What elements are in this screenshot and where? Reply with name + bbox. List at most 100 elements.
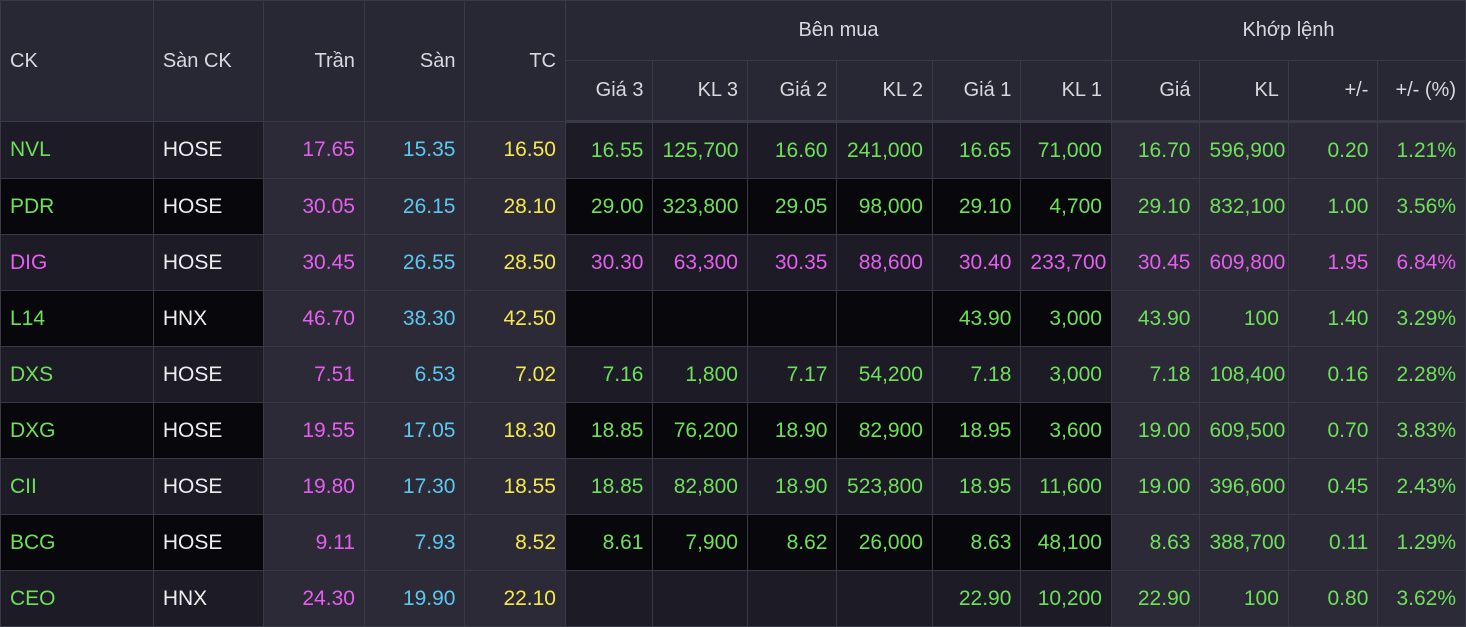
cell-change: 0.80: [1287, 570, 1379, 627]
cell-kl3: 76,200: [652, 402, 748, 459]
header-khop-lenh: Khớp lệnh: [1110, 0, 1466, 61]
cell-gia1: 18.95: [931, 402, 1022, 459]
cell-gia3: [564, 290, 654, 347]
header-gia1[interactable]: Giá 1: [931, 60, 1022, 123]
cell-san: 38.30: [363, 290, 466, 347]
cell-san: 17.05: [363, 402, 466, 459]
table-row[interactable]: BCG HOSE 9.11 7.93 8.52 8.61 7,900 8.62 26,000 8.…: [0, 514, 1466, 571]
table-row[interactable]: CEO HNX 24.30 19.90 22.10 22.90 10,200 22.90 100…: [0, 570, 1466, 627]
table-header: CK Sàn CK Trần Sàn TC Bên mua Khớp lệnh …: [0, 0, 1466, 123]
cell-tc: 22.10: [464, 570, 566, 627]
cell-kl1: 11,600: [1020, 458, 1112, 515]
header-change-pct[interactable]: +/- (%): [1377, 60, 1466, 123]
cell-change: 1.00: [1287, 178, 1379, 235]
cell-san: 19.90: [363, 570, 466, 627]
cell-exchange: HNX: [152, 570, 265, 627]
header-change[interactable]: +/-: [1287, 60, 1379, 123]
table-row[interactable]: NVL HOSE 17.65 15.35 16.50 16.55 125,700 16.60 2…: [0, 121, 1466, 179]
cell-kl: 396,600: [1199, 458, 1289, 515]
cell-kl3: 63,300: [652, 234, 748, 291]
cell-tran: 7.51: [263, 346, 365, 403]
cell-exchange: HOSE: [152, 402, 265, 459]
cell-gia3: 16.55: [564, 121, 654, 179]
header-san-ck[interactable]: Sàn CK: [152, 0, 265, 122]
cell-kl2: 82,900: [836, 402, 933, 459]
table-row[interactable]: DIG HOSE 30.45 26.55 28.50 30.30 63,300 30.35 88…: [0, 234, 1466, 291]
cell-gia1: 18.95: [931, 458, 1022, 515]
cell-tran: 30.05: [263, 178, 365, 235]
table-row[interactable]: DXS HOSE 7.51 6.53 7.02 7.16 1,800 7.17 54,200 7.…: [0, 346, 1466, 403]
cell-gia: 19.00: [1110, 402, 1201, 459]
cell-change-pct: 3.29%: [1377, 290, 1466, 347]
header-gia[interactable]: Giá: [1110, 60, 1201, 123]
cell-gia3: [564, 570, 654, 627]
cell-tran: 30.45: [263, 234, 365, 291]
cell-change-pct: 1.21%: [1377, 121, 1466, 179]
header-tc[interactable]: TC: [464, 0, 566, 122]
cell-kl3: [652, 290, 748, 347]
cell-tc: 28.10: [464, 178, 566, 235]
cell-san: 26.55: [363, 234, 466, 291]
cell-san: 7.93: [363, 514, 466, 571]
table-row[interactable]: DXG HOSE 19.55 17.05 18.30 18.85 76,200 18.90 82…: [0, 402, 1466, 459]
cell-ck: CII: [0, 458, 154, 515]
cell-kl1: 48,100: [1020, 514, 1112, 571]
header-gia3[interactable]: Giá 3: [564, 60, 654, 123]
cell-change: 0.16: [1287, 346, 1379, 403]
cell-exchange: HOSE: [152, 234, 265, 291]
header-kl[interactable]: KL: [1199, 60, 1289, 123]
cell-kl2: [836, 570, 933, 627]
cell-gia2: 29.05: [746, 178, 838, 235]
table-row[interactable]: L14 HNX 46.70 38.30 42.50 43.90 3,000 43.90 100 1…: [0, 290, 1466, 347]
header-kl3[interactable]: KL 3: [652, 60, 748, 123]
cell-ck: DXG: [0, 402, 154, 459]
cell-kl1: 3,600: [1020, 402, 1112, 459]
header-san[interactable]: Sàn: [363, 0, 466, 122]
cell-exchange: HOSE: [152, 458, 265, 515]
cell-kl1: 3,000: [1020, 346, 1112, 403]
cell-gia2: [746, 570, 838, 627]
cell-kl: 388,700: [1199, 514, 1289, 571]
cell-tran: 46.70: [263, 290, 365, 347]
header-kl1[interactable]: KL 1: [1020, 60, 1112, 123]
table-body: NVL HOSE 17.65 15.35 16.50 16.55 125,700 16.60 2…: [0, 121, 1466, 627]
cell-gia: 19.00: [1110, 458, 1201, 515]
cell-exchange: HOSE: [152, 121, 265, 179]
header-ck[interactable]: CK: [0, 0, 154, 122]
cell-tc: 18.30: [464, 402, 566, 459]
cell-tc: 18.55: [464, 458, 566, 515]
cell-kl: 832,100: [1199, 178, 1289, 235]
cell-gia: 16.70: [1110, 121, 1201, 179]
cell-tran: 9.11: [263, 514, 365, 571]
cell-gia2: 8.62: [746, 514, 838, 571]
header-kl2[interactable]: KL 2: [836, 60, 933, 123]
header-gia2[interactable]: Giá 2: [746, 60, 838, 123]
cell-ck: PDR: [0, 178, 154, 235]
cell-gia2: 30.35: [746, 234, 838, 291]
cell-kl2: 523,800: [836, 458, 933, 515]
cell-kl3: 82,800: [652, 458, 748, 515]
cell-kl3: [652, 570, 748, 627]
table-row[interactable]: PDR HOSE 30.05 26.15 28.10 29.00 323,800 29.05 9…: [0, 178, 1466, 235]
cell-kl2: 241,000: [836, 121, 933, 179]
cell-kl: 108,400: [1199, 346, 1289, 403]
cell-kl2: 54,200: [836, 346, 933, 403]
cell-gia1: 22.90: [931, 570, 1022, 627]
table-row[interactable]: CII HOSE 19.80 17.30 18.55 18.85 82,800 18.90 52…: [0, 458, 1466, 515]
cell-gia3: 8.61: [564, 514, 654, 571]
cell-change: 0.70: [1287, 402, 1379, 459]
cell-tc: 16.50: [464, 121, 566, 179]
cell-kl: 100: [1199, 290, 1289, 347]
cell-gia: 22.90: [1110, 570, 1201, 627]
cell-change: 1.95: [1287, 234, 1379, 291]
cell-kl3: 125,700: [652, 121, 748, 179]
cell-gia1: 8.63: [931, 514, 1022, 571]
header-tran[interactable]: Trần: [263, 0, 365, 122]
cell-ck: L14: [0, 290, 154, 347]
cell-change: 1.40: [1287, 290, 1379, 347]
cell-gia1: 7.18: [931, 346, 1022, 403]
cell-gia2: [746, 290, 838, 347]
cell-kl1: 3,000: [1020, 290, 1112, 347]
cell-san: 17.30: [363, 458, 466, 515]
cell-change-pct: 3.83%: [1377, 402, 1466, 459]
